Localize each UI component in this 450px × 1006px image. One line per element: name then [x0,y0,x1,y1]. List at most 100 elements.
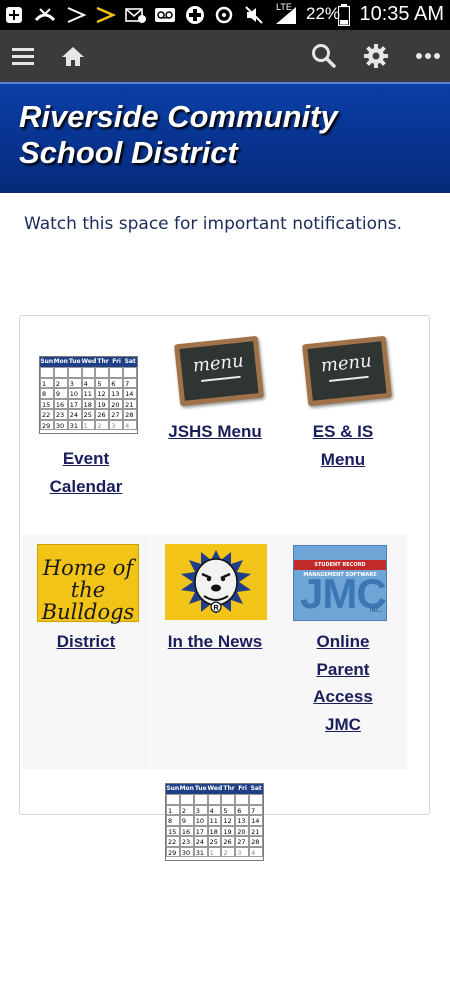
jmc-logo: STUDENT RECORD MANAGEMENT SOFTWARE JMC I… [293,545,387,621]
calendar-day: 20 [235,825,250,836]
calendar-day: 13 [109,388,124,399]
chalk-underline [328,375,369,382]
calendar-day: 17 [67,398,82,409]
tile-online-parent-access[interactable]: STUDENT RECORD MANAGEMENT SOFTWARE JMC I… [279,534,407,769]
calendar-day: 3 [109,419,124,430]
tile-label-access[interactable]: Access [279,683,407,711]
calendar-weekday: Sun [166,785,180,792]
calendar-day: 21 [249,825,263,836]
calendar-day: 4 [81,377,96,388]
calendar-day: 26 [95,409,110,420]
notification-text: Watch this space for important notificat… [24,214,403,234]
health-icon [185,5,205,25]
tile-label-calendar[interactable]: Calendar [22,473,150,501]
chalkboard-icon: menu [301,335,393,407]
calendar-day: 28 [249,836,263,847]
calendar-day: 26 [221,836,236,847]
gear-icon[interactable] [362,42,390,70]
calendar-day: 16 [179,825,194,836]
calendar-day [193,794,208,805]
calendar-weekday: Fri [112,358,121,365]
calendar-day: 11 [81,388,96,399]
app-toolbar [0,30,450,82]
tile-grid: Sun Mon Tue Wed Thr Fri Sat 1 2 3 4 5 6 7 8 9 10 11 12 13 1… [19,315,430,861]
calendar-day: 31 [67,419,82,430]
calendar-day: 18 [81,398,96,409]
search-icon[interactable] [310,42,338,70]
tile-label-district[interactable]: District [22,628,150,656]
email-icon [125,5,147,25]
signal-icon [274,5,298,25]
tile-label-parent[interactable]: Parent [279,656,407,684]
calendar-day [53,367,68,378]
home-of-the-bulldogs-logo: Home of the Bulldogs [37,544,139,623]
tile-label-jmc[interactable]: JMC [279,711,407,739]
calendar-day: 1 [81,419,96,430]
calendar-day: 5 [221,804,236,815]
calendar-day: 23 [179,836,194,847]
page-title: Riverside Community School District [19,99,338,171]
calendar-weekday: Sun [40,358,54,365]
calendar-weekday: Sat [124,358,136,365]
menu-icon[interactable] [9,42,37,70]
mute-icon [244,5,264,25]
title-line-2: School District [19,135,238,170]
title-line-1: Riverside Community [19,99,338,134]
calendar-day [109,367,124,378]
calendar-day: 30 [179,846,194,857]
calendar-day [40,367,54,378]
tile-in-the-news[interactable]: R In the News [151,534,279,769]
calendar-weekday: Mon [53,358,68,365]
sprint-icon [66,5,88,25]
tile-label-menu[interactable]: Menu [279,446,407,474]
tile-label-event[interactable]: Event [22,445,150,473]
calendar-day: 24 [193,836,208,847]
calendar-day: 31 [193,846,208,857]
calendar-day: 5 [95,377,110,388]
calendar-day: 8 [166,815,180,826]
sync-icon [214,5,234,25]
tile-jshs-menu[interactable]: menu JSHS Menu [151,318,279,553]
calendar-day: 17 [193,825,208,836]
svg-text:R: R [213,605,218,612]
calendar-day: 1 [40,377,54,388]
calendar-day: 9 [53,388,68,399]
tile-es-is-menu[interactable]: menu ES & IS Menu [279,318,407,553]
tile-label-es-is[interactable]: ES & IS [279,418,407,446]
calendar-weekday: Tue [68,358,81,365]
calendar-day: 18 [207,825,222,836]
calendar-day: 6 [109,377,124,388]
calendar-day: 8 [40,388,54,399]
calendar-day: 6 [235,804,250,815]
tile-label-online[interactable]: Online [279,628,407,656]
calendar-weekday: Thr [223,785,235,792]
missed-call-icon [34,5,56,25]
logo-line-1: Home of [42,556,134,580]
calendar-day [179,794,194,805]
district-header: Riverside Community School District [0,82,450,193]
calendar-day: 9 [179,815,194,826]
tile-label-in-the-news[interactable]: In the News [151,628,279,656]
chalkboard-text: menu [319,350,373,377]
calendar-day: 19 [221,825,236,836]
calendar-day [123,367,137,378]
bulldog-mascot-icon: R [165,544,267,620]
chalkboard-icon: menu [173,335,265,407]
calendar-day: 24 [67,409,82,420]
home-icon[interactable] [59,42,87,70]
status-bar: LTE 22% 10:35 AM [0,0,450,30]
calendar-day: 2 [221,846,236,857]
tile-district[interactable]: Home of the Bulldogs District [22,534,150,769]
calendar-day: 15 [166,825,180,836]
calendar-day: 20 [109,398,124,409]
calendar-weekday: Tue [194,785,207,792]
tile-label-jshs-menu[interactable]: JSHS Menu [151,418,279,446]
calendar-day: 29 [166,846,180,857]
more-icon[interactable] [414,42,442,70]
calendar-day [67,367,82,378]
tile-event-calendar[interactable]: Sun Mon Tue Wed Thr Fri Sat 1 2 3 4 5 6 7 8 9 10 11 12 13 1… [22,318,150,553]
tile-calendar-partial[interactable]: Sun Mon Tue Wed Thr Fri Sat 1 2 3 4 5 6 7 8 9 10 11 12 13 1… [151,771,279,1006]
calendar-day: 16 [53,398,68,409]
jmc-strip-text: STUDENT RECORD MANAGEMENT SOFTWARE [294,560,386,578]
calendar-weekday: Wed [207,785,223,792]
